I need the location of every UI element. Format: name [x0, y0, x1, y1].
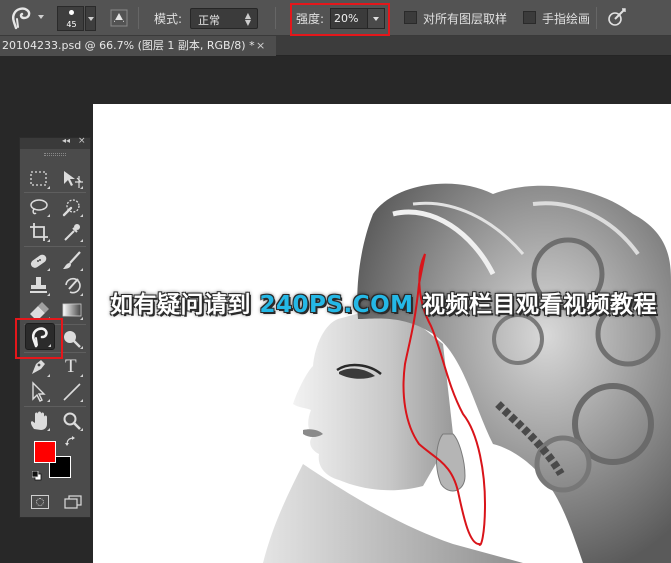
- swap-colors-icon[interactable]: [65, 436, 77, 448]
- quick-selection-icon[interactable]: [60, 196, 84, 218]
- portrait-image: [263, 183, 671, 563]
- clone-stamp-icon[interactable]: [27, 275, 51, 297]
- eyedropper-icon[interactable]: [60, 221, 84, 243]
- sample-all-layers-label: 对所有图层取样: [423, 12, 508, 26]
- hand-icon[interactable]: [27, 410, 51, 432]
- mode-value: 正常: [198, 14, 220, 27]
- path-selection-icon[interactable]: [27, 381, 51, 403]
- line-icon[interactable]: [60, 381, 84, 403]
- mode-select[interactable]: 正常 ▲ ▼: [190, 8, 258, 29]
- divider: [24, 406, 86, 407]
- active-tool-highlight-annotation: [15, 318, 63, 359]
- divider: [138, 7, 139, 29]
- watermark-site: 240PS.COM: [259, 292, 414, 318]
- type-glyph: T: [65, 356, 77, 377]
- updown-arrows-icon: ▲ ▼: [244, 11, 251, 27]
- chevron-down-icon: [88, 17, 94, 21]
- collapse-icon[interactable]: ◂◂: [62, 136, 70, 145]
- move-icon[interactable]: [60, 168, 84, 190]
- history-brush-icon[interactable]: [60, 275, 84, 297]
- divider: [24, 192, 86, 193]
- drag-handle[interactable]: [44, 153, 66, 156]
- zoom-icon[interactable]: [60, 410, 84, 432]
- close-icon[interactable]: ×: [256, 36, 265, 55]
- finger-painting-checkbox[interactable]: [523, 11, 536, 24]
- chevron-down-icon: [38, 15, 44, 19]
- watermark-text: 如有疑问请到 240PS.COM 视频栏目观看视频教程: [110, 285, 657, 319]
- tool-preset-picker[interactable]: [4, 6, 44, 30]
- watermark-prefix: 如有疑问请到: [110, 292, 260, 318]
- pen-icon[interactable]: [27, 356, 51, 378]
- pressure-pen-icon[interactable]: [606, 6, 628, 28]
- mode-label: 模式:: [154, 12, 183, 26]
- lasso-icon[interactable]: [27, 196, 51, 218]
- brush-preview: 45: [57, 6, 84, 31]
- foreground-color-swatch[interactable]: [34, 441, 56, 463]
- default-colors-icon[interactable]: [32, 471, 42, 481]
- dodge-icon[interactable]: [60, 328, 84, 350]
- brush-preset-picker[interactable]: 45: [57, 6, 96, 31]
- document-canvas[interactable]: [93, 104, 671, 563]
- brush-size: 45: [66, 20, 77, 29]
- options-bar: 45 模式: 正常 ▲ ▼ 强度: 20% 对所有图层取样 手指绘画: [0, 0, 671, 36]
- type-icon[interactable]: T: [60, 356, 84, 378]
- smudge-icon: [11, 7, 31, 30]
- close-icon[interactable]: ×: [78, 136, 86, 146]
- gradient-icon[interactable]: [60, 299, 84, 321]
- document-title: 20104233.psd @ 66.7% (图层 1 副本, RGB/8) *: [2, 39, 255, 52]
- toolbox-header[interactable]: ◂◂ ×: [20, 136, 90, 149]
- divider: [24, 246, 86, 247]
- brush-preset-dropdown[interactable]: [85, 6, 96, 31]
- divider: [596, 7, 597, 29]
- quick-mask-icon[interactable]: [31, 495, 49, 509]
- screen-mode-icon[interactable]: [64, 495, 82, 509]
- document-tab-bar: 20104233.psd @ 66.7% (图层 1 副本, RGB/8) * …: [0, 36, 671, 56]
- brush-icon[interactable]: [60, 250, 84, 272]
- crop-icon[interactable]: [27, 221, 51, 243]
- document-tab[interactable]: 20104233.psd @ 66.7% (图层 1 副本, RGB/8) *: [0, 36, 276, 56]
- brush-panel-toggle-icon[interactable]: [110, 9, 128, 27]
- brush-tip-icon: [69, 10, 74, 15]
- finger-painting-label: 手指绘画: [542, 12, 591, 26]
- strength-highlight-annotation: [290, 3, 390, 36]
- rectangular-marquee-icon[interactable]: [27, 168, 51, 190]
- watermark-suffix: 视频栏目观看视频教程: [413, 292, 658, 318]
- divider: [275, 7, 276, 29]
- healing-brush-icon[interactable]: [27, 250, 51, 272]
- sample-all-layers-checkbox[interactable]: [404, 11, 417, 24]
